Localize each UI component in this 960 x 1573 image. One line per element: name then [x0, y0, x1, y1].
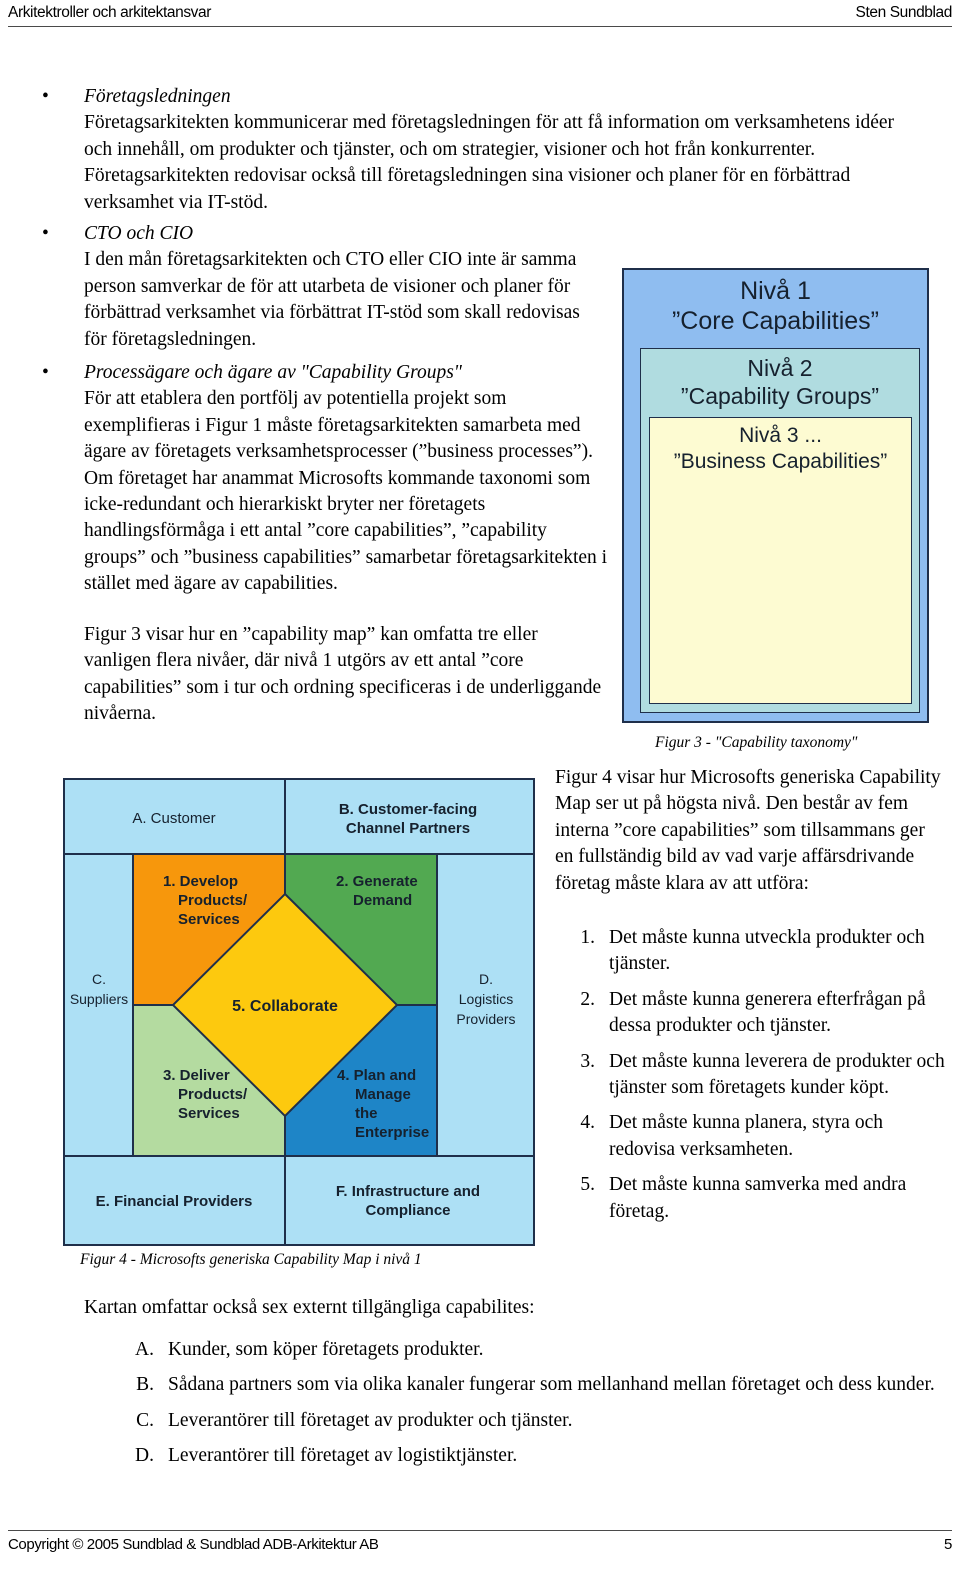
fig3-level2-label: Nivå 2 ”Capability Groups”	[641, 354, 919, 410]
fig4-q1-line1: 1. Develop	[163, 873, 238, 890]
figure-4-microsoft-capability-map: A. Customer B. Customer-facing Channel P…	[63, 778, 535, 1246]
list-text: Det måste kunna utveckla produkter och t…	[609, 927, 925, 975]
fig4-q4-line3: the	[355, 1105, 378, 1122]
bullet-marker: •	[42, 223, 49, 244]
list-text: Leverantörer till företaget av produkter…	[168, 1409, 573, 1431]
fig3-level2-box: Nivå 2 ”Capability Groups” Nivå 3 ... ”B…	[640, 348, 920, 713]
list-item: 2. Det måste kunna generera efterfrågan …	[555, 987, 947, 1040]
list-text: Leverantörer till företaget av logistikt…	[168, 1445, 518, 1467]
list-item: B. Sådana partners som via olika kanaler…	[112, 1372, 942, 1398]
bullet-title: Processägare och ägare av "Capability Gr…	[84, 362, 462, 383]
bullet-marker: •	[42, 362, 49, 383]
fig3-level1-line2: ”Core Capabilities”	[671, 307, 880, 335]
list-marker: 4.	[580, 1112, 595, 1134]
fig4-label-d-line3: Providers	[456, 1011, 515, 1027]
list-item: C. Leverantörer till företaget av produk…	[112, 1408, 942, 1434]
fig3-level1-line1: Nivå 1	[740, 277, 811, 305]
list-item: 5. Det måste kunna samverka med andra fö…	[555, 1172, 947, 1225]
fig4-q1-line2: Products/	[178, 892, 248, 909]
fig3-level3-label: Nivå 3 ... ”Business Capabilities”	[650, 423, 911, 475]
list-item: 3. Det måste kunna leverera de produkter…	[555, 1049, 947, 1102]
fig4-q3-line3: Services	[178, 1105, 240, 1122]
list-text: Det måste kunna samverka med andra föret…	[609, 1174, 907, 1222]
fig4-label-f-line2: Compliance	[365, 1202, 450, 1219]
figure-4-caption: Figur 4 - Microsofts generiska Capabilit…	[80, 1251, 422, 1268]
list-text: Sådana partners som via olika kanaler fu…	[168, 1374, 935, 1396]
bullet-text: För att etablera den portfölj av potenti…	[84, 388, 608, 595]
fig3-level2-line2: ”Capability Groups”	[680, 383, 880, 409]
fig3-level2-line1: Nivå 2	[747, 355, 813, 381]
fig4-label-d-line2: Logistics	[459, 991, 513, 1007]
list-marker: 5.	[580, 1174, 595, 1196]
page-content: • Företagsledningen Företagsarkitekten k…	[0, 0, 960, 1573]
list-marker: C.	[136, 1409, 154, 1431]
figure-3-capability-taxonomy: Nivå 1 ”Core Capabilities” Nivå 2 ”Capab…	[622, 268, 929, 723]
paragraph-figur4-intro: Figur 4 visar hur Microsofts generiska C…	[555, 767, 941, 894]
fig4-q1-line3: Services	[178, 911, 240, 928]
fig4-q4-line4: Enterprise	[355, 1124, 429, 1141]
bullet-item-foretagsledningen: • Företagsledningen Företagsarkitekten k…	[42, 84, 918, 216]
fig4-label-a-customer: A. Customer	[132, 810, 215, 827]
list-marker: 1.	[580, 927, 595, 948]
fig4-label-e: E. Financial Providers	[96, 1193, 253, 1210]
bullet-item-processagare: • Processägare och ägare av "Capability …	[42, 360, 612, 598]
fig4-center-label: 5. Collaborate	[232, 998, 338, 1015]
fig3-level3-line2: ”Business Capabilities”	[673, 450, 888, 473]
list-marker: A.	[135, 1339, 154, 1360]
fig4-q3-line1: 3. Deliver	[163, 1067, 230, 1084]
list-marker: B.	[136, 1374, 154, 1396]
list-item: D. Leverantörer till företaget av logist…	[112, 1443, 942, 1469]
bullet-text: I den mån företagsarkitekten och CTO ell…	[84, 249, 580, 350]
bullet-marker: •	[42, 86, 49, 107]
external-capabilities-list: A. Kunder, som köper företagets produkte…	[112, 1337, 942, 1479]
fig4-label-c-line1: C.	[92, 971, 106, 987]
fig4-label-c-line2: Suppliers	[70, 991, 128, 1007]
fig3-level3-line1: Nivå 3 ...	[739, 424, 822, 447]
fig4-label-f-line1: F. Infrastructure and	[336, 1183, 480, 1200]
paragraph-figur3-intro: Figur 3 visar hur en ”capability map” ka…	[84, 624, 602, 725]
fig3-level3-box: Nivå 3 ... ”Business Capabilities”	[649, 417, 912, 704]
fig4-q3-line2: Products/	[178, 1086, 248, 1103]
footer-copyright: Copyright © 2005 Sundblad & Sundblad ADB…	[8, 1536, 379, 1553]
fig4-label-b-line2: Channel Partners	[346, 820, 470, 837]
bullet-text: Företagsarkitekten kommunicerar med före…	[84, 112, 895, 213]
list-marker: D.	[135, 1445, 154, 1467]
fig3-level1-label: Nivå 1 ”Core Capabilities”	[624, 276, 927, 336]
list-item: A. Kunder, som köper företagets produkte…	[112, 1337, 942, 1363]
footer-page-number: 5	[944, 1536, 952, 1553]
list-text: Det måste kunna planera, styra och redov…	[609, 1112, 883, 1160]
list-item: 1. Det måste kunna utveckla produkter oc…	[555, 925, 947, 978]
list-item: 4. Det måste kunna planera, styra och re…	[555, 1110, 947, 1163]
fig4-q4-line2: Manage	[355, 1086, 411, 1103]
list-marker: 2.	[580, 988, 595, 1010]
list-marker: 3.	[580, 1050, 595, 1072]
paragraph-kartan-intro: Kartan omfattar också sex externt tillgä…	[84, 1297, 535, 1318]
fig4-q2-line2: Demand	[353, 892, 412, 909]
list-text: Det måste kunna generera efterfrågan på …	[609, 988, 926, 1037]
figure-3-caption: Figur 3 - "Capability taxonomy"	[655, 734, 858, 751]
list-text: Kunder, som köper företagets produkter.	[168, 1339, 484, 1360]
fig4-q4-line1: 4. Plan and	[337, 1067, 416, 1084]
fig4-q2-line1: 2. Generate	[336, 873, 418, 890]
bullet-title: Företagsledningen	[84, 86, 231, 107]
footer-divider	[8, 1530, 952, 1531]
fig4-label-b-line1: B. Customer-facing	[339, 801, 477, 818]
bullet-item-cto-cio: • CTO och CIO I den mån företagsarkitekt…	[42, 221, 602, 353]
list-text: Det måste kunna leverera de produkter oc…	[609, 1050, 945, 1099]
bullet-title: CTO och CIO	[84, 223, 194, 244]
fig4-label-d-line1: D.	[479, 971, 493, 987]
core-capabilities-list: 1. Det måste kunna utveckla produkter oc…	[555, 925, 947, 1234]
